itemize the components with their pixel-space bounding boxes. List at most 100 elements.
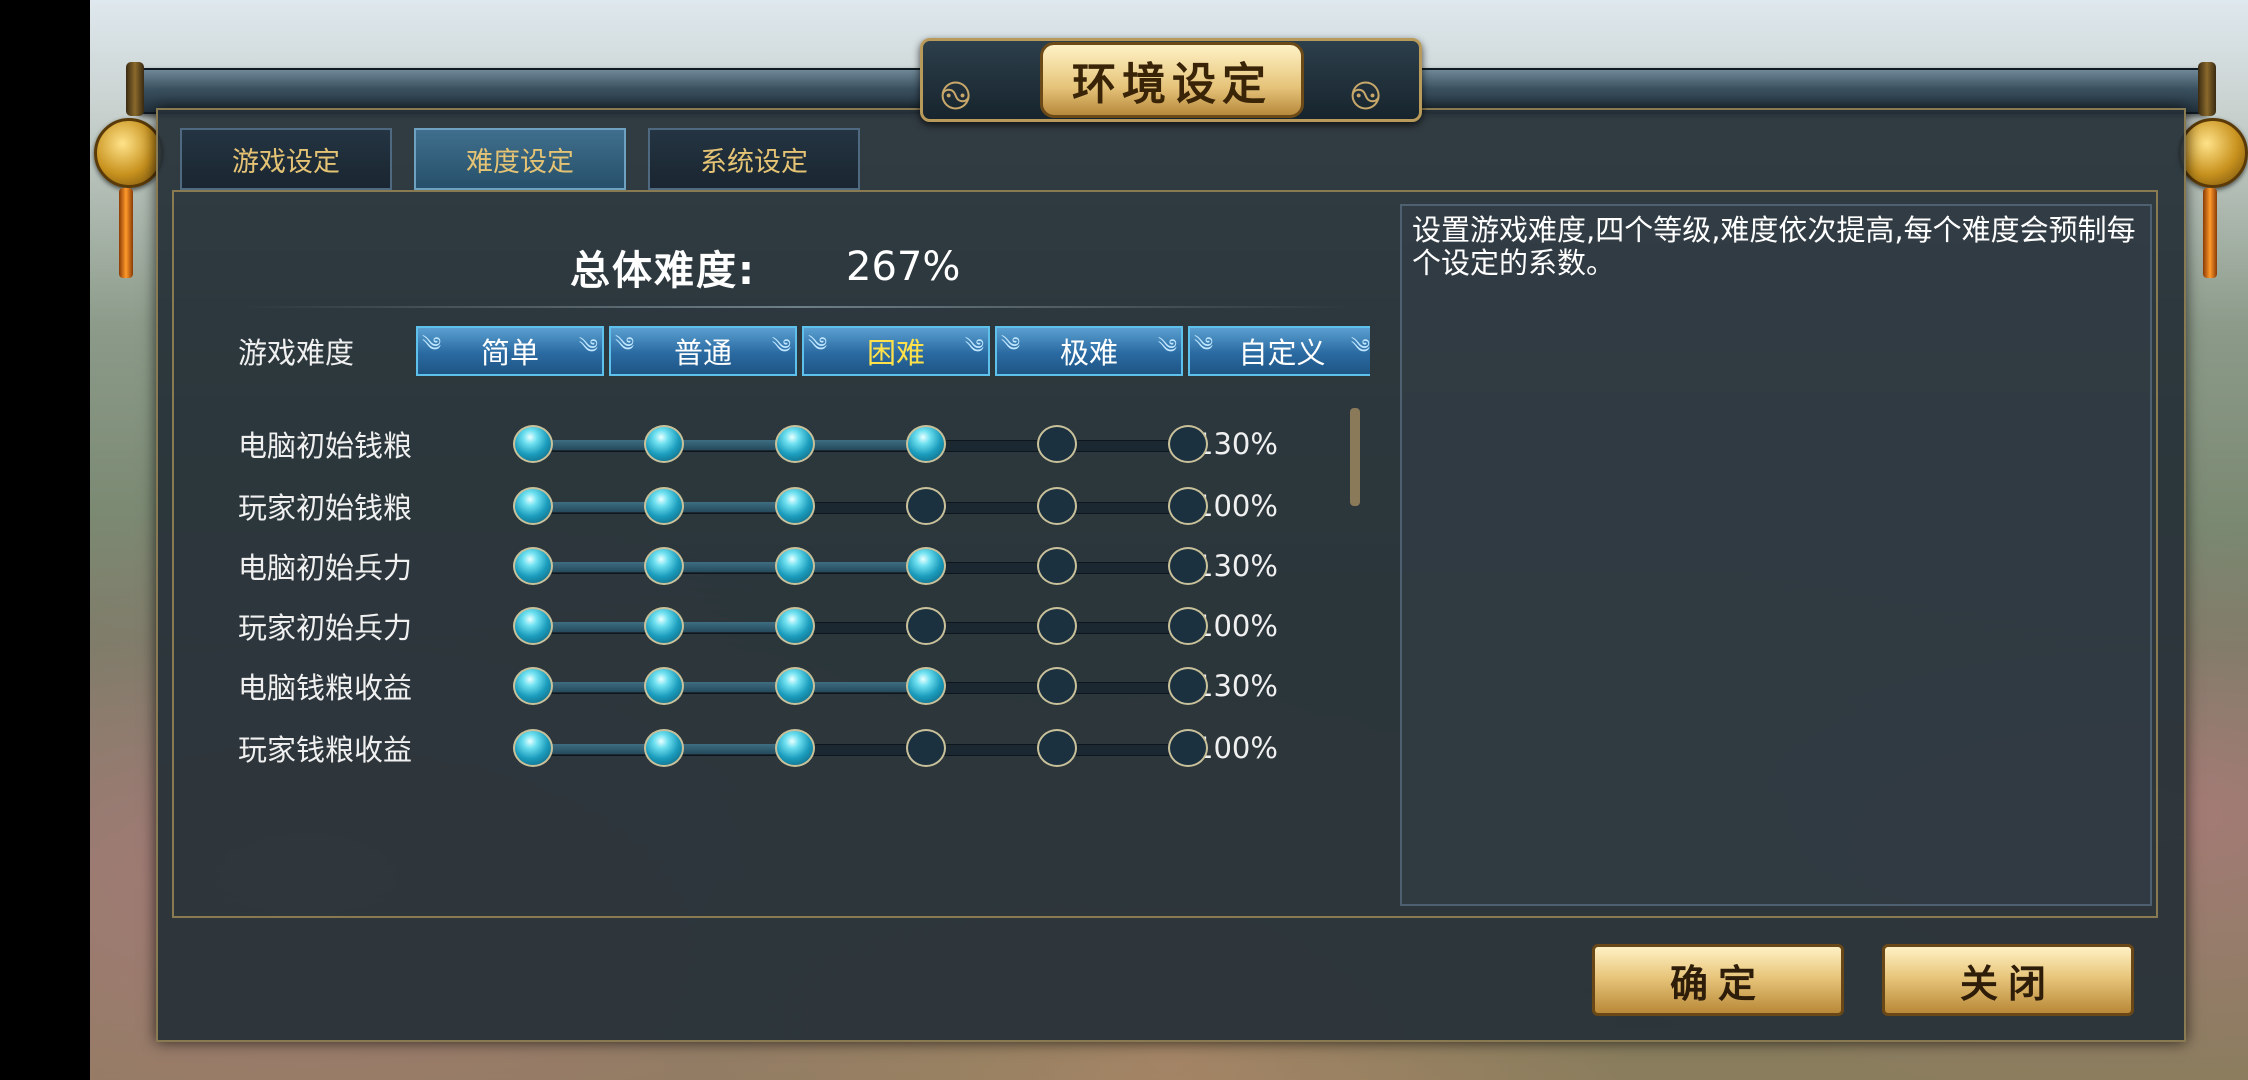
slider-node[interactable] (513, 425, 553, 463)
slider-node[interactable] (906, 425, 946, 463)
description-text: 设置游戏难度,四个等级,难度依次提高,每个难度会预制每个设定的系数。 (1412, 213, 2136, 280)
slider-label: 电脑钱粮收益 (238, 671, 413, 705)
difficulty-slider[interactable] (513, 656, 1208, 716)
slider-node[interactable] (1037, 729, 1077, 767)
slider-node[interactable] (906, 487, 946, 525)
slider-row: 电脑钱粮收益 130% (238, 656, 1285, 716)
cloud-curl-icon: ༄ (615, 332, 635, 356)
tab-bar: 游戏设定 难度设定 系统设定 (180, 128, 860, 190)
slider-label: 电脑初始钱粮 (238, 429, 413, 463)
difficulty-label: 游戏难度 (238, 336, 355, 370)
slider-node[interactable] (1168, 667, 1208, 705)
cloud-curl-icon: ༄ (1194, 332, 1214, 356)
difficulty-option-label: 困难 (866, 336, 925, 370)
slider-node[interactable] (775, 607, 815, 645)
slider-fill (535, 682, 928, 692)
difficulty-slider[interactable] (513, 596, 1208, 656)
difficulty-option-button[interactable]: 困难 ༄ ༄ (802, 326, 990, 376)
slider-node[interactable] (906, 667, 946, 705)
tassel-left-icon (119, 188, 133, 278)
rod-cap-left (126, 62, 144, 116)
slider-node[interactable] (1168, 487, 1208, 525)
tab-system-settings[interactable]: 系统设定 (648, 128, 860, 190)
slider-node[interactable] (775, 487, 815, 525)
slider-node[interactable] (644, 487, 684, 525)
cloud-curl-icon: ༄ (771, 334, 791, 358)
confirm-button[interactable]: 确定 (1592, 944, 1844, 1016)
slider-node[interactable] (1037, 667, 1077, 705)
slider-node[interactable] (644, 667, 684, 705)
slider-node[interactable] (1168, 607, 1208, 645)
difficulty-option-label: 简单 (480, 336, 539, 370)
slider-node[interactable] (906, 729, 946, 767)
slider-value: 130% (1195, 669, 1278, 703)
slider-node[interactable] (775, 729, 815, 767)
cloud-curl-icon: ༄ (422, 332, 442, 356)
slider-label: 玩家钱粮收益 (238, 733, 413, 767)
slider-value: 130% (1195, 549, 1278, 583)
difficulty-option-label: 极难 (1059, 336, 1118, 370)
cloud-curl-icon: ༄ (1001, 332, 1021, 356)
window-title: 环境设定 (1072, 59, 1272, 110)
difficulty-option-button[interactable]: 简单 ༄ ༄ (416, 326, 604, 376)
cloud-curl-icon: ༄ (578, 334, 598, 358)
cloud-curl-icon: ༄ (964, 334, 984, 358)
close-button[interactable]: 关闭 (1882, 944, 2134, 1016)
cloud-curl-icon: ༄ (808, 332, 828, 356)
slider-label: 玩家初始兵力 (238, 611, 413, 645)
difficulty-settings-area: 总体难度: 267% 游戏难度 简单 ༄ ༄ 普通 ༄ ༄ 困难 ༄ ༄ 极难 ༄ ༄ 自定义 ༄ ༄ 电脑… (180, 198, 1370, 910)
difficulty-option-label: 自定义 (1238, 336, 1326, 370)
slider-fill (535, 562, 928, 572)
difficulty-slider[interactable] (513, 414, 1208, 474)
slider-node[interactable] (775, 425, 815, 463)
difficulty-slider[interactable] (513, 476, 1208, 536)
slider-node[interactable] (1168, 729, 1208, 767)
slider-node[interactable] (644, 425, 684, 463)
tab-game-settings[interactable]: 游戏设定 (180, 128, 392, 190)
slider-node[interactable] (644, 729, 684, 767)
difficulty-option-button[interactable]: 极难 ༄ ༄ (995, 326, 1183, 376)
slider-list-scrollbar[interactable] (1350, 408, 1360, 506)
medallion-left-icon (94, 118, 164, 188)
rod-cap-right (2198, 62, 2216, 116)
title-banner: 环境设定 (1040, 42, 1304, 118)
slider-node[interactable] (1168, 547, 1208, 585)
slider-node[interactable] (513, 729, 553, 767)
slider-node[interactable] (644, 547, 684, 585)
slider-node[interactable] (1037, 425, 1077, 463)
title-ornament-right-icon: ࿊ (1350, 73, 1382, 119)
slider-node[interactable] (513, 607, 553, 645)
slider-node[interactable] (1168, 425, 1208, 463)
difficulty-options: 简单 ༄ ༄ 普通 ༄ ༄ 困难 ༄ ༄ 极难 ༄ ༄ 自定义 ༄ ༄ (416, 326, 1370, 376)
slider-node[interactable] (513, 667, 553, 705)
difficulty-selector: 游戏难度 简单 ༄ ༄ 普通 ༄ ༄ 困难 ༄ ༄ 极难 ༄ ༄ 自定义 ༄ ༄ (238, 326, 1370, 376)
slider-value: 100% (1195, 609, 1278, 643)
medallion-right-icon (2178, 118, 2248, 188)
slider-label: 玩家初始钱粮 (238, 491, 413, 525)
slider-node[interactable] (1037, 607, 1077, 645)
difficulty-option-button[interactable]: 普通 ༄ ༄ (609, 326, 797, 376)
slider-row: 电脑初始钱粮 130% (238, 414, 1285, 474)
slider-value: 100% (1195, 731, 1278, 765)
overall-difficulty: 总体难度: 267% (570, 238, 960, 296)
cloud-curl-icon: ༄ (1350, 334, 1370, 358)
divider (240, 306, 1350, 308)
slider-node[interactable] (513, 487, 553, 525)
tab-difficulty-settings[interactable]: 难度设定 (414, 128, 626, 190)
difficulty-slider[interactable] (513, 536, 1208, 596)
difficulty-option-button[interactable]: 自定义 ༄ ༄ (1188, 326, 1370, 376)
slider-node[interactable] (1037, 487, 1077, 525)
slider-row: 玩家初始钱粮 100% (238, 476, 1285, 536)
slider-row: 玩家钱粮收益 100% (238, 718, 1285, 778)
slider-node[interactable] (775, 547, 815, 585)
description-box: 设置游戏难度,四个等级,难度依次提高,每个难度会预制每个设定的系数。 (1400, 204, 2152, 906)
slider-node[interactable] (775, 667, 815, 705)
slider-node[interactable] (644, 607, 684, 645)
slider-node[interactable] (906, 607, 946, 645)
difficulty-option-label: 普通 (673, 336, 732, 370)
slider-node[interactable] (513, 547, 553, 585)
slider-value: 100% (1195, 489, 1278, 523)
difficulty-slider[interactable] (513, 718, 1208, 778)
slider-node[interactable] (1037, 547, 1077, 585)
slider-node[interactable] (906, 547, 946, 585)
